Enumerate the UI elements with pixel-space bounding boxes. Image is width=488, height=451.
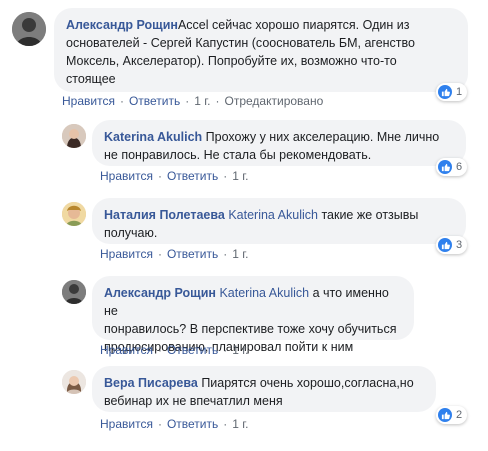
- timestamp[interactable]: 1 г.: [232, 417, 248, 431]
- comment-text: понравилось? В перспективе тоже хочу обу…: [104, 322, 397, 336]
- comment-bubble: Наталия Полетаева Katerina Akulich такие…: [92, 198, 466, 244]
- comment-text: вебинар их не впечатлил меня: [104, 394, 283, 408]
- comment-text: Accel сейчас хорошо пиарятся. Один из: [177, 18, 410, 32]
- like-link[interactable]: Нравится: [100, 343, 153, 357]
- comment-actions: Нравится · Ответить · 1 г.: [100, 169, 249, 183]
- comment-bubble: Александр Рощин Katerina Akulich а что и…: [92, 276, 414, 354]
- comment-text: такие же отзывы: [321, 208, 419, 222]
- reaction-count[interactable]: 6: [436, 158, 468, 176]
- thumbs-up-icon: [438, 160, 452, 174]
- avatar[interactable]: [12, 12, 46, 46]
- reaction-count[interactable]: 2: [436, 406, 468, 424]
- like-link[interactable]: Нравится: [100, 247, 153, 261]
- like-link[interactable]: Нравится: [100, 169, 153, 183]
- comment-5: Вера Писарева Пиарятся очень хорошо,согл…: [0, 358, 488, 451]
- like-link[interactable]: Нравится: [62, 94, 115, 108]
- comment-actions: Нравится · Ответить · 1 г.: [100, 247, 249, 261]
- author-name[interactable]: Вера Писарева: [104, 376, 198, 390]
- separator-dot: ·: [119, 94, 124, 108]
- comment-text: Моксель, Акселератор). Попробуйте их, во…: [66, 54, 397, 68]
- comment-1: Александр РощинAccel сейчас хорошо пиаря…: [0, 0, 488, 112]
- reply-link[interactable]: Ответить: [167, 343, 218, 357]
- timestamp[interactable]: 1 г.: [194, 94, 210, 108]
- reaction-number: 1: [456, 86, 463, 98]
- reaction-count[interactable]: 3: [436, 236, 468, 254]
- separator-dot: ·: [157, 343, 162, 357]
- reaction-number: 3: [456, 239, 463, 251]
- timestamp[interactable]: 1 г.: [232, 169, 248, 183]
- separator-dot: ·: [215, 94, 220, 108]
- reply-link[interactable]: Ответить: [167, 417, 218, 431]
- avatar[interactable]: [62, 202, 86, 226]
- reaction-number: 6: [456, 161, 463, 173]
- comment-text: не понравилось. Не стала бы рекомендоват…: [104, 148, 372, 162]
- thumbs-up-icon: [438, 85, 452, 99]
- comment-text: стоящее: [66, 72, 116, 86]
- mention-link[interactable]: Katerina Akulich: [219, 286, 309, 300]
- timestamp[interactable]: 1 г.: [232, 247, 248, 261]
- comment-bubble: Вера Писарева Пиарятся очень хорошо,согл…: [92, 366, 436, 412]
- author-name[interactable]: Александр Рощин: [66, 18, 178, 32]
- comment-actions: Нравится · Ответить · 1 г. · Отредактировано: [62, 94, 323, 108]
- separator-dot: ·: [157, 247, 162, 261]
- comment-actions: Нравится · Ответить · 1 г.: [100, 417, 249, 431]
- avatar[interactable]: [62, 124, 86, 148]
- comment-text: Прохожу у них акселерацию. Мне лично: [205, 130, 440, 144]
- comment-actions: Нравится · Ответить · 1 г.: [100, 343, 249, 357]
- separator-dot: ·: [157, 417, 162, 431]
- comment-2: Katerina Akulich Прохожу у них акселерац…: [0, 112, 488, 190]
- comment-bubble: Александр РощинAccel сейчас хорошо пиаря…: [54, 8, 468, 92]
- separator-dot: ·: [185, 94, 190, 108]
- reply-link[interactable]: Ответить: [167, 169, 218, 183]
- reaction-number: 2: [456, 409, 463, 421]
- like-link[interactable]: Нравится: [100, 417, 153, 431]
- separator-dot: ·: [157, 169, 162, 183]
- comment-text: основателей - Сергей Капустин (соосноват…: [66, 36, 415, 50]
- edited-label[interactable]: Отредактировано: [225, 94, 324, 108]
- mention-link[interactable]: Katerina Akulich: [228, 208, 318, 222]
- author-name[interactable]: Александр Рощин: [104, 286, 216, 300]
- avatar[interactable]: [62, 280, 86, 304]
- reply-link[interactable]: Ответить: [129, 94, 180, 108]
- comment-text: получаю.: [104, 226, 158, 240]
- reaction-count[interactable]: 1: [436, 83, 468, 101]
- thumbs-up-icon: [438, 408, 452, 422]
- comment-bubble: Katerina Akulich Прохожу у них акселерац…: [92, 120, 466, 166]
- thumbs-up-icon: [438, 238, 452, 252]
- separator-dot: ·: [223, 417, 228, 431]
- author-name[interactable]: Наталия Полетаева: [104, 208, 225, 222]
- comment-4: Александр Рощин Katerina Akulich а что и…: [0, 268, 488, 358]
- comment-3: Наталия Полетаева Katerina Akulich такие…: [0, 190, 488, 268]
- separator-dot: ·: [223, 169, 228, 183]
- author-name[interactable]: Katerina Akulich: [104, 130, 202, 144]
- timestamp[interactable]: 1 г.: [232, 343, 248, 357]
- avatar[interactable]: [62, 370, 86, 394]
- reply-link[interactable]: Ответить: [167, 247, 218, 261]
- separator-dot: ·: [223, 343, 228, 357]
- separator-dot: ·: [223, 247, 228, 261]
- comment-text: Пиарятся очень хорошо,согласна,но: [201, 376, 414, 390]
